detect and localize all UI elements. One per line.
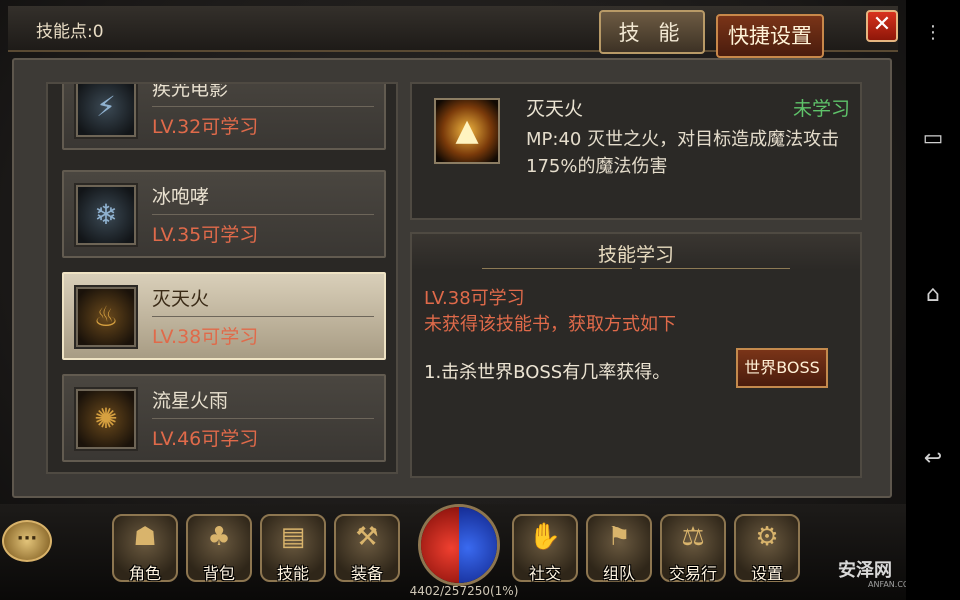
role-icon: ☗ (133, 522, 157, 552)
nav-label: 技能 (276, 564, 309, 583)
nav-label: 背包 (202, 564, 235, 583)
fire-skill-icon: ♨ (74, 285, 138, 349)
skill-list-item[interactable]: ✺ 流星火雨 LV.46可学习 (62, 374, 386, 462)
level-requirement: LV.38可学习 (424, 288, 525, 309)
skill-level: LV.38可学习 (152, 326, 259, 348)
close-button[interactable]: ✕ (866, 10, 898, 42)
overflow-menu-icon[interactable]: ⋮ (906, 22, 960, 43)
skill-list-item[interactable]: ⚡ 疾光电影 LV.32可学习 (62, 82, 386, 150)
hp-mp-orb (418, 504, 500, 586)
book-icon: ▤ (280, 522, 306, 552)
game-frame: 技能点:0 技 能 快捷设置 ✕ ⚡ 疾光电影 LV.32可学习 ❄ 冰咆哮 L… (0, 0, 916, 600)
skill-level: LV.35可学习 (152, 224, 259, 246)
gear-icon: ⚙ (755, 522, 779, 552)
learn-header: 技能学习 (412, 234, 860, 270)
nav-label: 社交 (528, 564, 561, 583)
learn-header-label: 技能学习 (597, 244, 674, 266)
nav-label: 组队 (602, 564, 635, 583)
bag-icon: ♣ (207, 522, 231, 552)
nav-settings-button[interactable]: ⚙ 设置 (734, 514, 800, 583)
nav-label: 角色 (128, 564, 161, 583)
ice-skill-icon: ❄ (74, 183, 138, 247)
close-icon: ✕ (872, 12, 892, 37)
skill-status: 未学习 (792, 98, 850, 120)
skill-level: LV.46可学习 (152, 428, 259, 450)
ornament-line (640, 268, 790, 269)
nav-equip-button[interactable]: ⚒ 装备 (334, 514, 400, 583)
tab-shortcut-settings[interactable]: 快捷设置 (716, 14, 824, 58)
handshake-icon: ✋ (528, 522, 562, 552)
nav-label: 交易行 (668, 564, 717, 583)
nav-role-button[interactable]: ☗ 角色 (112, 514, 178, 583)
world-boss-button[interactable]: 世界BOSS (736, 348, 828, 388)
recent-apps-icon[interactable]: ▭ (906, 126, 960, 151)
watermark-logo: 安泽网 (838, 560, 892, 581)
trade-icon: ⚖ (681, 522, 705, 552)
nav-team-button[interactable]: ⚑ 组队 (586, 514, 652, 583)
skill-name: 灭天火 (152, 288, 210, 310)
skill-list-item-selected[interactable]: ♨ 灭天火 LV.38可学习 (62, 272, 386, 360)
tab-skill[interactable]: 技 能 (599, 10, 705, 54)
divider (152, 316, 374, 317)
nav-bag-button[interactable]: ♣ 背包 (186, 514, 252, 583)
nav-label: 装备 (350, 564, 383, 583)
hp-orb-half (421, 507, 459, 583)
fire-skill-icon: ▲ (434, 98, 500, 164)
skill-level: LV.32可学习 (152, 116, 259, 138)
skill-description: MP:40 灭世之火，对目标造成魔法攻击175%的魔法伤害 (526, 129, 840, 177)
nav-trade-button[interactable]: ⚖ 交易行 (660, 514, 726, 583)
flag-icon: ⚑ (607, 522, 631, 552)
divider (152, 214, 374, 215)
skill-list-item[interactable]: ❄ 冰咆哮 LV.35可学习 (62, 170, 386, 258)
nav-label: 设置 (750, 564, 783, 583)
skill-name: 流星火雨 (152, 390, 229, 412)
divider (152, 418, 374, 419)
skill-learn-section: 技能学习 LV.38可学习 未获得该技能书，获取方式如下 1.击杀世界BOSS有… (410, 232, 862, 478)
meteor-skill-icon: ✺ (74, 387, 138, 451)
android-nav-bar: ⋮ ▭ ⌂ ↩ (906, 0, 960, 600)
ornament-line (482, 268, 632, 269)
skill-name: 疾光电影 (152, 82, 229, 100)
mp-orb-half (459, 507, 497, 583)
home-icon[interactable]: ⌂ (906, 282, 960, 307)
skill-list[interactable]: ⚡ 疾光电影 LV.32可学习 ❄ 冰咆哮 LV.35可学习 ♨ 灭天火 LV.… (46, 82, 398, 474)
skill-detail: ▲ 灭天火 未学习 MP:40 灭世之火，对目标造成魔法攻击175%的魔法伤害 (410, 82, 862, 220)
skill-name: 冰咆哮 (152, 186, 210, 208)
lightning-skill-icon: ⚡ (74, 84, 138, 139)
skill-points-label: 技能点:0 (36, 22, 104, 42)
exp-readout: 4402/257250(1%) (409, 584, 519, 598)
acquire-method: 1.击杀世界BOSS有几率获得。 (424, 362, 671, 383)
nav-social-button[interactable]: ✋ 社交 (512, 514, 578, 583)
divider (152, 106, 374, 107)
chat-icon[interactable]: ··· (2, 520, 52, 562)
nav-skill-button[interactable]: ▤ 技能 (260, 514, 326, 583)
book-note: 未获得该技能书，获取方式如下 (424, 314, 676, 335)
back-icon[interactable]: ↩ (906, 446, 960, 471)
skill-detail-title: 灭天火 (526, 98, 584, 120)
hammer-icon: ⚒ (355, 522, 379, 552)
